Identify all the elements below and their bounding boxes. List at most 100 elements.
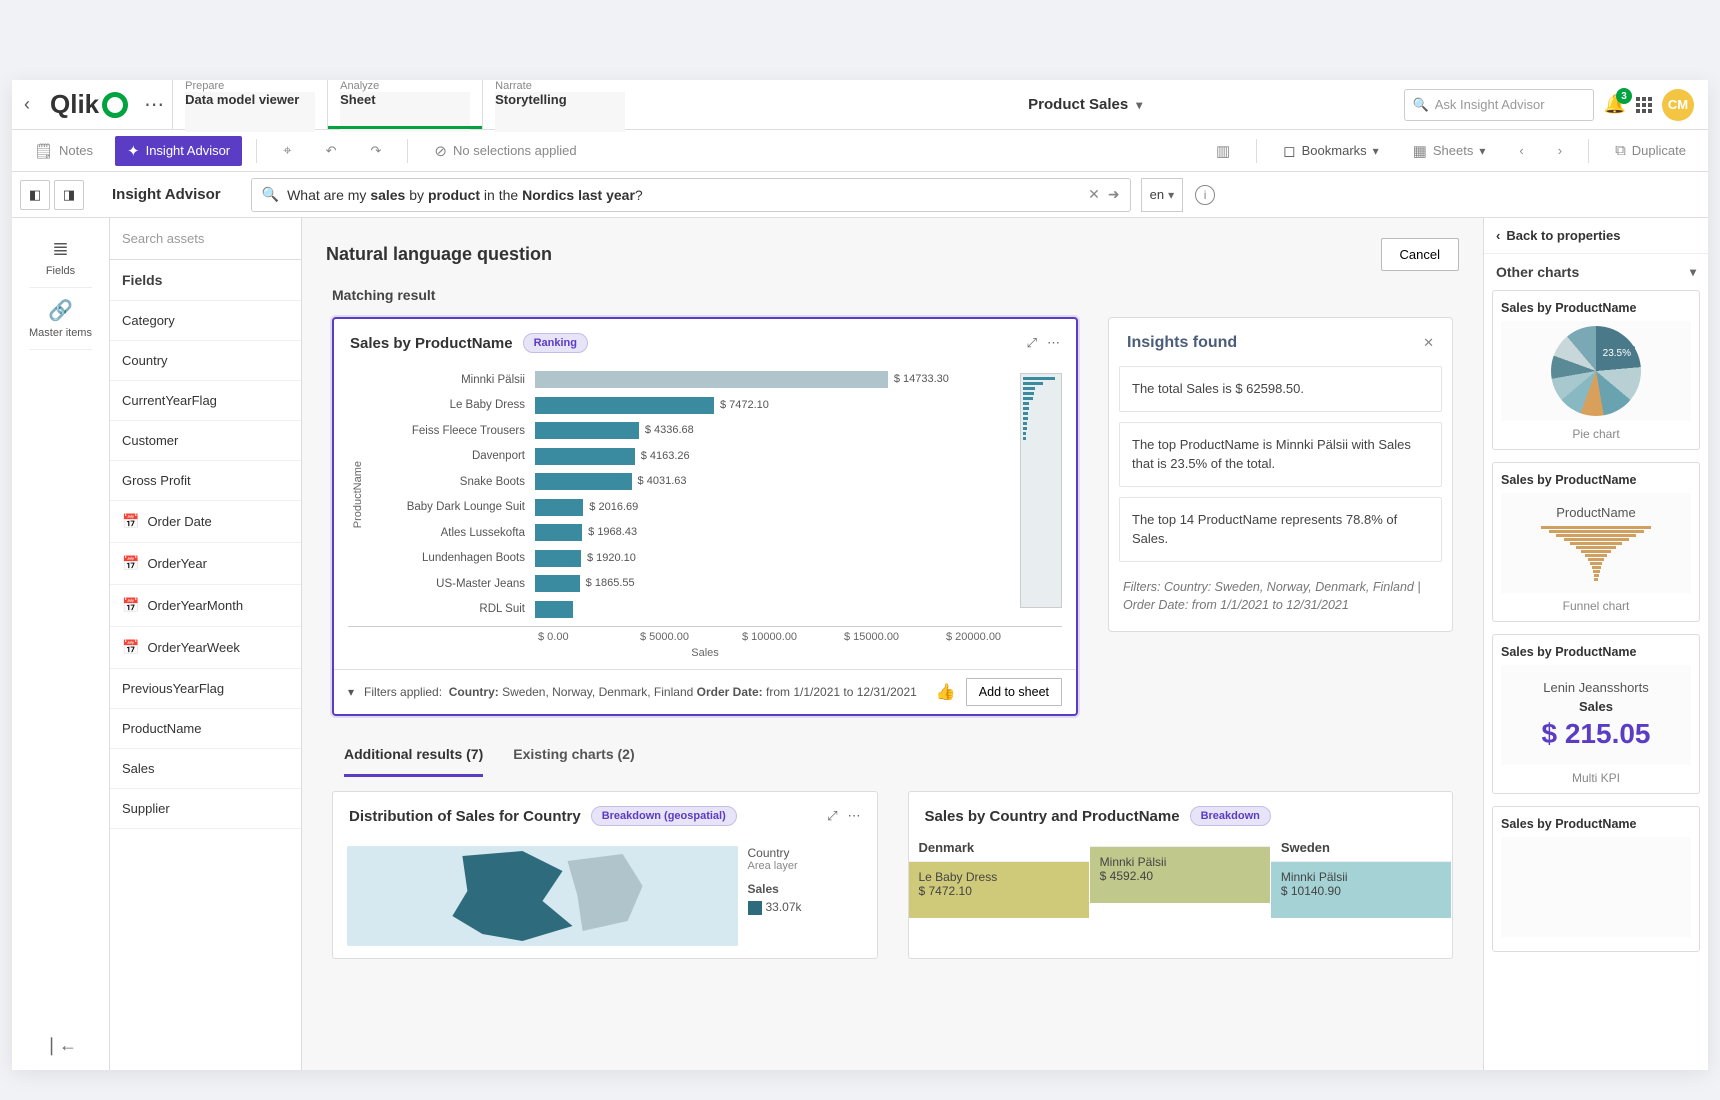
bar-row[interactable]: Lundenhagen Boots$ 1920.10 xyxy=(374,546,1014,572)
selections-tool-button[interactable]: ▥ xyxy=(1204,136,1242,166)
bar-row[interactable]: Feiss Fleece Trousers$ 4336.68 xyxy=(374,418,1014,444)
field-orderyearmonth[interactable]: 📅OrderYearMonth xyxy=(110,585,301,627)
submit-query-button[interactable]: ➜ xyxy=(1108,186,1120,203)
field-supplier[interactable]: Supplier xyxy=(110,789,301,829)
calendar-icon: 📅 xyxy=(122,555,139,572)
global-search[interactable]: 🔍Ask Insight Advisor xyxy=(1404,89,1594,121)
treemap-chart[interactable]: DenmarkLe Baby Dress$ 7472.10Minnki Päls… xyxy=(909,834,1453,918)
map-legend: Country Area layer Sales 33.07k xyxy=(748,846,863,946)
chart-title: Sales by ProductName xyxy=(350,335,513,352)
query-input[interactable]: 🔍 What are my sales by product in the No… xyxy=(251,178,1131,212)
smart-search-button[interactable]: ⌖ xyxy=(271,136,303,166)
map-chart[interactable] xyxy=(347,846,738,946)
duplicate-button[interactable]: ⧉Duplicate xyxy=(1603,136,1698,166)
mini-scrollbar[interactable] xyxy=(1020,373,1062,608)
thumbs-up-button[interactable]: 👍 xyxy=(936,682,956,702)
tab-existing-charts[interactable]: Existing charts (2) xyxy=(513,734,634,777)
top-tab-storytelling[interactable]: NarrateStorytelling xyxy=(482,80,637,129)
back-button[interactable]: ‹ xyxy=(12,80,42,129)
other-chart-card[interactable]: Sales by ProductName xyxy=(1492,806,1700,952)
back-to-properties-button[interactable]: ‹Back to properties xyxy=(1484,218,1708,254)
field-category[interactable]: Category xyxy=(110,301,301,341)
bulb-icon: ✦ xyxy=(127,142,140,160)
other-chart-card[interactable]: Sales by ProductNameLenin JeansshortsSal… xyxy=(1492,634,1700,794)
close-insights-button[interactable]: ✕ xyxy=(1423,335,1434,351)
calendar-icon: 📅 xyxy=(122,597,139,614)
distribution-card: Distribution of Sales for Country Breakd… xyxy=(332,791,878,959)
card-more-button[interactable]: ⋯ xyxy=(848,808,861,824)
notes-icon: 🗒 xyxy=(34,142,53,160)
chevron-down-icon[interactable]: ▾ xyxy=(1690,265,1696,279)
field-orderyear[interactable]: 📅OrderYear xyxy=(110,543,301,585)
other-charts-header: Other charts xyxy=(1496,264,1579,280)
add-to-sheet-button[interactable]: Add to sheet xyxy=(966,678,1062,706)
fields-header: Fields xyxy=(110,260,301,301)
next-sheet-button[interactable]: › xyxy=(1546,136,1574,166)
bar-row[interactable]: Baby Dark Lounge Suit$ 2016.69 xyxy=(374,495,1014,521)
prev-sheet-button[interactable]: ‹ xyxy=(1507,136,1535,166)
field-sales[interactable]: Sales xyxy=(110,749,301,789)
main-content: Natural language question Cancel Matchin… xyxy=(302,218,1483,1070)
bar-row[interactable]: Minnki Pälsii$ 14733.30 xyxy=(374,367,1014,393)
tab-additional-results[interactable]: Additional results (7) xyxy=(344,734,483,777)
app-launcher-button[interactable] xyxy=(1636,97,1652,113)
field-gross-profit[interactable]: Gross Profit xyxy=(110,461,301,501)
step-forward-button[interactable]: ↷ xyxy=(359,136,394,166)
fullscreen-button[interactable]: ⤢ xyxy=(1027,335,1037,351)
logo: Qlik xyxy=(42,80,136,129)
matching-result-label: Matching result xyxy=(302,281,1483,309)
clear-query-button[interactable]: ✕ xyxy=(1088,186,1100,203)
field-previousyearflag[interactable]: PreviousYearFlag xyxy=(110,669,301,709)
avatar[interactable]: CM xyxy=(1662,89,1694,121)
app-title[interactable]: Product Sales▾ xyxy=(781,80,1390,129)
insight-advisor-button[interactable]: ✦Insight Advisor xyxy=(115,136,242,166)
tree-pill: Breakdown xyxy=(1190,806,1271,826)
top-tab-data-model-viewer[interactable]: PrepareData model viewer xyxy=(172,80,327,129)
bookmark-icon: ◻ xyxy=(1283,142,1295,160)
bar-row[interactable]: Davenport$ 4163.26 xyxy=(374,444,1014,470)
notes-button[interactable]: 🗒Notes xyxy=(22,136,105,166)
more-menu-button[interactable]: ⋯ xyxy=(136,80,172,129)
field-orderyearweek[interactable]: 📅OrderYearWeek xyxy=(110,627,301,669)
search-assets-input[interactable]: Search assets xyxy=(110,218,301,260)
toolbar: 🗒Notes ✦Insight Advisor ⌖ ↶ ↷ ⊘No select… xyxy=(12,130,1708,172)
top-tab-sheet[interactable]: AnalyzeSheet xyxy=(327,80,482,129)
x-axis-label: Sales xyxy=(334,643,1076,669)
analysis-type-pill: Ranking xyxy=(523,333,588,353)
clear-selections-button[interactable]: ⊘No selections applied xyxy=(422,136,588,166)
field-customer[interactable]: Customer xyxy=(110,421,301,461)
card-more-button[interactable]: ⋯ xyxy=(1047,335,1060,351)
panel-left-button[interactable]: ◧ xyxy=(20,180,50,210)
notifications-button[interactable]: 🔔3 xyxy=(1604,94,1626,115)
secondary-bar: ◧ ◨ Insight Advisor 🔍 What are my sales … xyxy=(12,172,1708,218)
rail-master-items[interactable]: 🔗Master items xyxy=(29,288,92,350)
bar-row[interactable]: Snake Boots$ 4031.63 xyxy=(374,469,1014,495)
panel-right-button[interactable]: ◨ xyxy=(54,180,84,210)
field-productname[interactable]: ProductName xyxy=(110,709,301,749)
step-back-button[interactable]: ↶ xyxy=(314,136,349,166)
logo-icon xyxy=(102,92,128,118)
nlq-title: Natural language question xyxy=(326,244,552,265)
bar-row[interactable]: US-Master Jeans$ 1865.55 xyxy=(374,571,1014,597)
bookmarks-button[interactable]: ◻Bookmarks▾ xyxy=(1271,136,1391,166)
sheets-icon: ▦ xyxy=(1413,142,1427,160)
field-currentyearflag[interactable]: CurrentYearFlag xyxy=(110,381,301,421)
fullscreen-button[interactable]: ⤢ xyxy=(827,808,837,824)
other-chart-card[interactable]: Sales by ProductNameProductNameFunnel ch… xyxy=(1492,462,1700,622)
duplicate-icon: ⧉ xyxy=(1615,142,1626,159)
sheets-button[interactable]: ▦Sheets▾ xyxy=(1401,136,1498,166)
bar-row[interactable]: Atles Lussekofta$ 1968.43 xyxy=(374,520,1014,546)
other-chart-card[interactable]: Sales by ProductName23.5%Pie chart xyxy=(1492,290,1700,450)
insights-title: Insights found xyxy=(1127,334,1237,352)
insights-card: Insights found ✕ The total Sales is $ 62… xyxy=(1108,317,1453,632)
rail-fields[interactable]: ≣Fields xyxy=(29,226,92,288)
language-selector[interactable]: en▾ xyxy=(1141,178,1184,212)
bar-row[interactable]: Le Baby Dress$ 7472.10 xyxy=(374,393,1014,419)
info-button[interactable]: i xyxy=(1195,185,1215,205)
cancel-button[interactable]: Cancel xyxy=(1381,238,1459,271)
field-order-date[interactable]: 📅Order Date xyxy=(110,501,301,543)
insight-item: The total Sales is $ 62598.50. xyxy=(1119,366,1442,412)
field-country[interactable]: Country xyxy=(110,341,301,381)
bar-row[interactable]: RDL Suit xyxy=(374,597,1014,623)
add-asset-button[interactable]: ❘← xyxy=(30,1021,91,1070)
